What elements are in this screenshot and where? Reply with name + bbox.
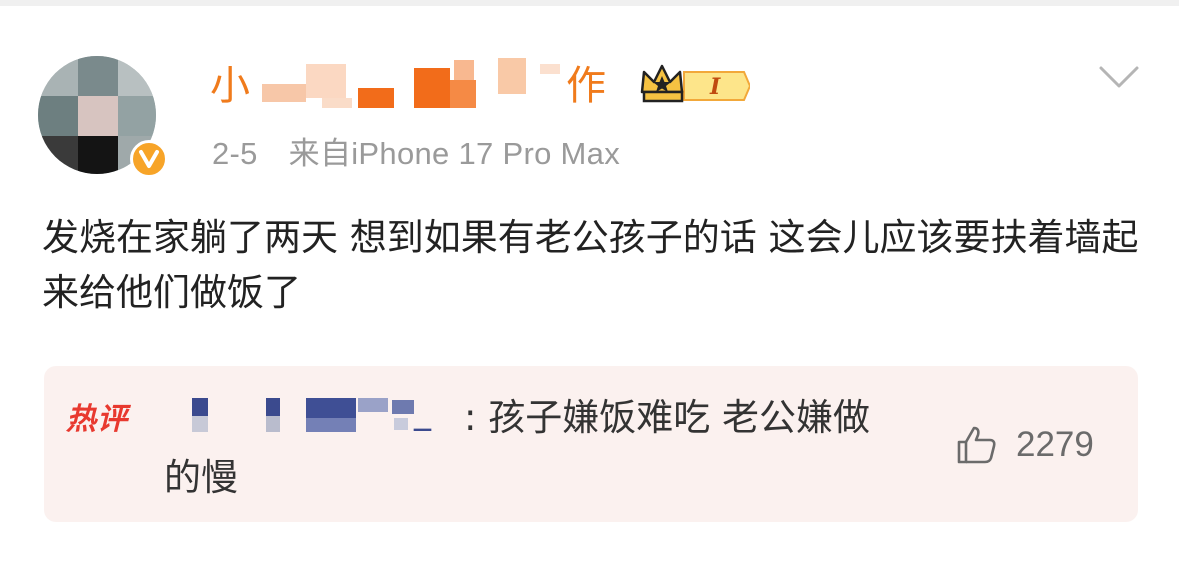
- username-fragment-end: 作: [566, 63, 606, 109]
- thumbs-up-icon[interactable]: [956, 425, 998, 465]
- post-date: 2-5: [212, 136, 258, 171]
- top-separator: [0, 0, 1179, 6]
- hot-comment-text: : 孩子嫌饭难吃 老公嫌做的慢: [164, 396, 870, 499]
- like-button[interactable]: 2279: [956, 422, 1094, 468]
- post-source: 来自iPhone 17 Pro Max: [288, 136, 620, 171]
- level-text: I: [709, 74, 721, 100]
- username[interactable]: 小 作: [210, 58, 650, 114]
- username-fragment-start: 小: [210, 63, 250, 109]
- post-text: 发烧在家躺了两天 想到如果有老公孩子的话 这会儿应该要扶着墙起来给他们做饭了: [42, 216, 1139, 314]
- hot-comment-tag: 热评: [66, 402, 128, 437]
- chevron-down-icon[interactable]: [1098, 62, 1140, 92]
- crown-icon: I: [640, 64, 750, 103]
- hot-comment[interactable]: 热评 _ : 孩子嫌饭难吃 老公嫌做的慢 2279: [44, 366, 1138, 522]
- post-meta: 2-5 来自iPhone 17 Pro Max: [212, 128, 620, 173]
- verified-v-icon: [130, 140, 168, 178]
- like-count: 2279: [1016, 425, 1094, 464]
